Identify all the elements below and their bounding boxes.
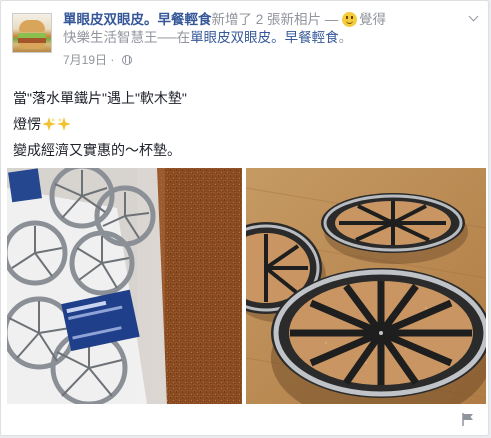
post-headline: 單眼皮双眼皮。早餐輕食新增了 2 張新相片 — 覺得 快樂生活智慧王──在單眼皮… (63, 11, 473, 47)
post-header: 單眼皮双眼皮。早餐輕食新增了 2 張新相片 — 覺得 快樂生活智慧王──在單眼皮… (12, 9, 478, 69)
post-text-line-2: 燈愣 (13, 111, 476, 137)
tagged-page-link[interactable]: 單眼皮双眼皮。早餐輕食 (190, 30, 339, 45)
photo-grid (7, 168, 486, 404)
post-card: 單眼皮双眼皮。早餐輕食新增了 2 張新相片 — 覺得 快樂生活智慧王──在單眼皮… (0, 0, 489, 436)
sparkle-icon (57, 117, 71, 131)
page-name-link[interactable]: 單眼皮双眼皮。早餐輕食 (63, 12, 212, 27)
globe-icon[interactable] (121, 54, 132, 65)
photo-packaged-coasters[interactable] (7, 168, 242, 404)
chevron-down-icon[interactable] (469, 13, 478, 22)
post-text: 當"落水單鐵片"遇上"軟木墊" 燈愣 變成經濟又實惠的～杯墊。 (13, 85, 476, 163)
feeling-end: 。 (338, 30, 353, 45)
photo-cork-coasters[interactable] (246, 168, 486, 404)
feeling-text: 覺得 (359, 12, 387, 27)
flag-icon[interactable] (462, 413, 474, 426)
page-avatar[interactable] (12, 13, 52, 53)
post-footer (1, 405, 488, 435)
post-text-line-3: 變成經濟又實惠的～杯墊。 (13, 142, 181, 158)
post-text-line-2-text: 燈愣 (13, 116, 41, 132)
post-meta: 7月19日 · (63, 51, 132, 68)
post-date-link[interactable]: 7月19日 (63, 53, 107, 67)
smiley-emoji-icon (342, 12, 358, 27)
action-text: 新增了 2 張新相片 — (211, 12, 343, 27)
feeling-line: 快樂生活智慧王──在 (63, 30, 191, 45)
sparkle-icon (42, 117, 56, 131)
post-text-line-1: 當"落水單鐵片"遇上"軟木墊" (13, 90, 187, 106)
